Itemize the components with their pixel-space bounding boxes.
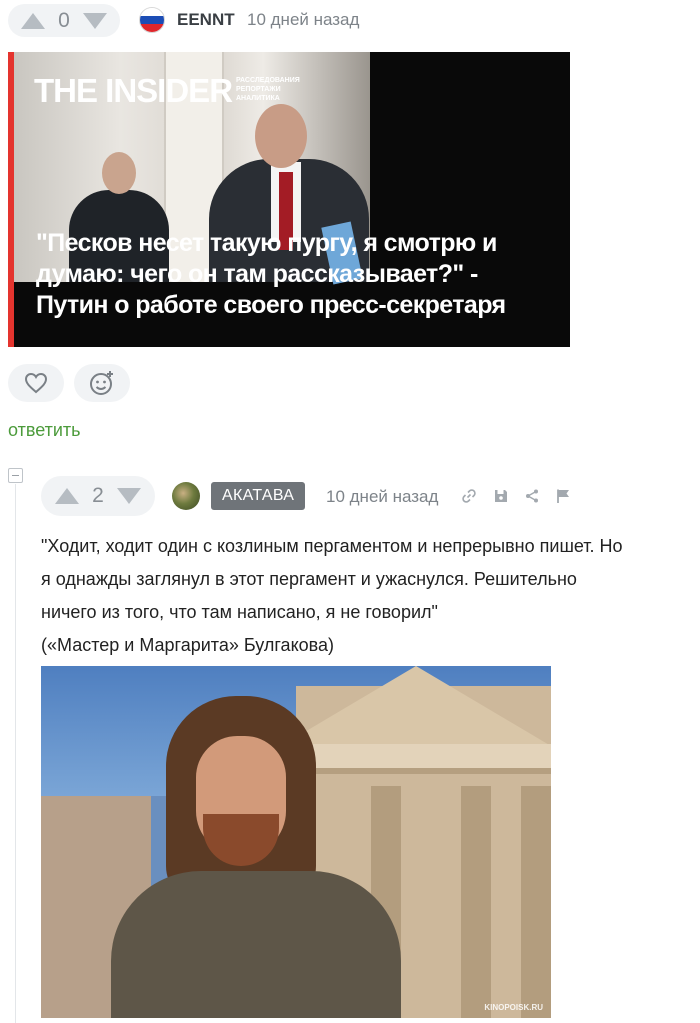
link-icon xyxy=(462,489,476,503)
insider-logo-subtitle: РАССЛЕДОВАНИЯ РЕПОРТАЖИ АНАЛИТИКА xyxy=(236,77,300,102)
share-button[interactable] xyxy=(523,487,541,505)
vote-count: 0 xyxy=(58,8,70,32)
report-button[interactable] xyxy=(554,487,572,505)
post-vote-widget: 0 xyxy=(8,4,120,37)
arrow-down-icon xyxy=(83,12,107,29)
reply-image[interactable]: KINOPOISK.RU xyxy=(41,666,551,1018)
avatar[interactable] xyxy=(172,482,200,510)
save-icon xyxy=(495,490,507,502)
upvote-button[interactable] xyxy=(20,10,46,32)
post-author[interactable]: EENNT xyxy=(177,10,235,30)
russia-flag-icon xyxy=(139,7,165,33)
share-icon xyxy=(526,489,538,503)
reply-time: 10 дней назад xyxy=(326,487,439,506)
heart-icon xyxy=(24,372,48,394)
save-button[interactable] xyxy=(492,487,510,505)
arrow-up-icon xyxy=(21,12,45,29)
reply-vote-count: 2 xyxy=(92,484,104,507)
post-time: 10 дней назад xyxy=(247,10,360,29)
add-reaction-button[interactable] xyxy=(74,364,130,402)
reply-link[interactable]: ответить xyxy=(8,420,81,441)
reply-downvote-button[interactable] xyxy=(116,485,142,507)
collapse-thread-button[interactable] xyxy=(8,468,23,483)
copy-link-button[interactable] xyxy=(460,487,478,505)
reply-author-badge[interactable]: АКАТАВА xyxy=(211,482,306,510)
arrow-down-icon xyxy=(117,488,141,504)
reply-vote-widget: 2 xyxy=(41,476,155,516)
reply-upvote-button[interactable] xyxy=(54,485,80,507)
image-quote: "Песков несет такую пургу, я смотрю и ду… xyxy=(36,229,506,319)
image-watermark: KINOPOISK.RU xyxy=(484,1003,543,1012)
emoji-add-icon xyxy=(90,371,113,395)
downvote-button[interactable] xyxy=(82,10,108,32)
thread-line[interactable] xyxy=(15,484,16,1023)
reply-text: "Ходит, ходит один с козлиным пергаменто… xyxy=(41,536,623,655)
arrow-up-icon xyxy=(55,488,79,504)
insider-logo: THE INSIDER xyxy=(34,72,233,109)
post-image[interactable]: THE INSIDER РАССЛЕДОВАНИЯ РЕПОРТАЖИ АНАЛ… xyxy=(8,52,570,347)
like-button[interactable] xyxy=(8,364,64,402)
flag-icon xyxy=(557,489,569,503)
